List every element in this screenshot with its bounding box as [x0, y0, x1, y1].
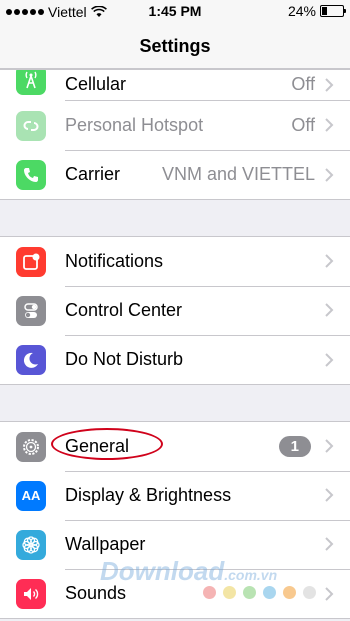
highlight-circle [51, 427, 163, 460]
chevron-right-icon [325, 167, 334, 182]
antenna-icon [16, 70, 46, 95]
flower-icon [16, 529, 46, 560]
watermark-logo: Download.com.vn [100, 556, 277, 587]
group-separator [0, 385, 350, 421]
settings-list[interactable]: Cellular Off Personal Hotspot Off Carrie… [0, 69, 350, 619]
settings-row-label: Cellular [65, 74, 127, 94]
settings-row-do-not-disturb[interactable]: Do Not Disturb [0, 335, 350, 384]
notifications-icon [16, 246, 46, 277]
watermark-dot [283, 586, 296, 599]
settings-group-network: Cellular Off Personal Hotspot Off Carrie… [0, 69, 350, 200]
watermark-dot [263, 586, 276, 599]
update-badge: 1 [278, 435, 311, 457]
watermark-dot [243, 586, 256, 599]
text-size-icon-glyph: AA [21, 488, 41, 503]
battery-status: 24% [287, 3, 346, 19]
chevron-right-icon [325, 439, 334, 453]
text-size-icon: AA [16, 480, 46, 511]
battery-icon [320, 5, 346, 17]
chevron-right-icon [325, 118, 334, 132]
watermark-suffix: .com.vn [224, 567, 278, 583]
gear-icon [16, 431, 46, 462]
watermark-dots [203, 586, 316, 599]
group-separator [0, 200, 350, 236]
chevron-right-icon [325, 352, 334, 367]
settings-row-value: Off [291, 114, 315, 135]
watermark-dot [223, 586, 236, 599]
status-bar: Viettel 1:45 PM 24% [0, 0, 350, 22]
chevron-right-icon [325, 254, 334, 268]
chevron-right-icon [325, 77, 334, 92]
page-title: Settings [139, 36, 211, 56]
battery-percent: 24% [287, 3, 316, 19]
settings-row-control-center[interactable]: Control Center [0, 286, 350, 336]
settings-row-label: Notifications [65, 250, 164, 271]
settings-row-carrier[interactable]: Carrier VNM and VIETTEL [0, 150, 350, 199]
watermark-text: Download [100, 556, 225, 586]
speaker-icon [16, 578, 46, 609]
chevron-right-icon [325, 586, 334, 601]
watermark-dot [203, 586, 216, 599]
settings-row-value: VNM and VIETTEL [161, 164, 315, 184]
settings-row-label: Wallpaper [65, 533, 146, 554]
phone-icon [16, 159, 46, 190]
settings-row-label: Carrier [65, 164, 121, 184]
settings-row-label: Personal Hotspot [65, 114, 204, 135]
toggle-switches-icon [16, 295, 46, 326]
navigation-bar: Settings [0, 22, 350, 69]
hotspot-chain-icon [16, 110, 46, 141]
settings-row-label: Control Center [65, 299, 183, 320]
settings-row-notifications[interactable]: Notifications [0, 237, 350, 287]
settings-row-display-brightness[interactable]: AA Display & Brightness [0, 471, 350, 521]
chevron-right-icon [325, 537, 334, 551]
settings-row-personal-hotspot[interactable]: Personal Hotspot Off [0, 101, 350, 151]
moon-icon [16, 344, 46, 375]
settings-row-label: Display & Brightness [65, 484, 232, 505]
chevron-right-icon [325, 488, 334, 502]
chevron-right-icon [325, 303, 334, 317]
settings-row-cellular[interactable]: Cellular Off [0, 70, 350, 101]
settings-group-notifications: Notifications Control Center Do Not Dist… [0, 236, 350, 385]
settings-row-label: Do Not Disturb [65, 349, 184, 369]
settings-row-value: Off [291, 74, 315, 94]
settings-row-general[interactable]: General 1 [0, 422, 350, 472]
watermark-dot [303, 586, 316, 599]
